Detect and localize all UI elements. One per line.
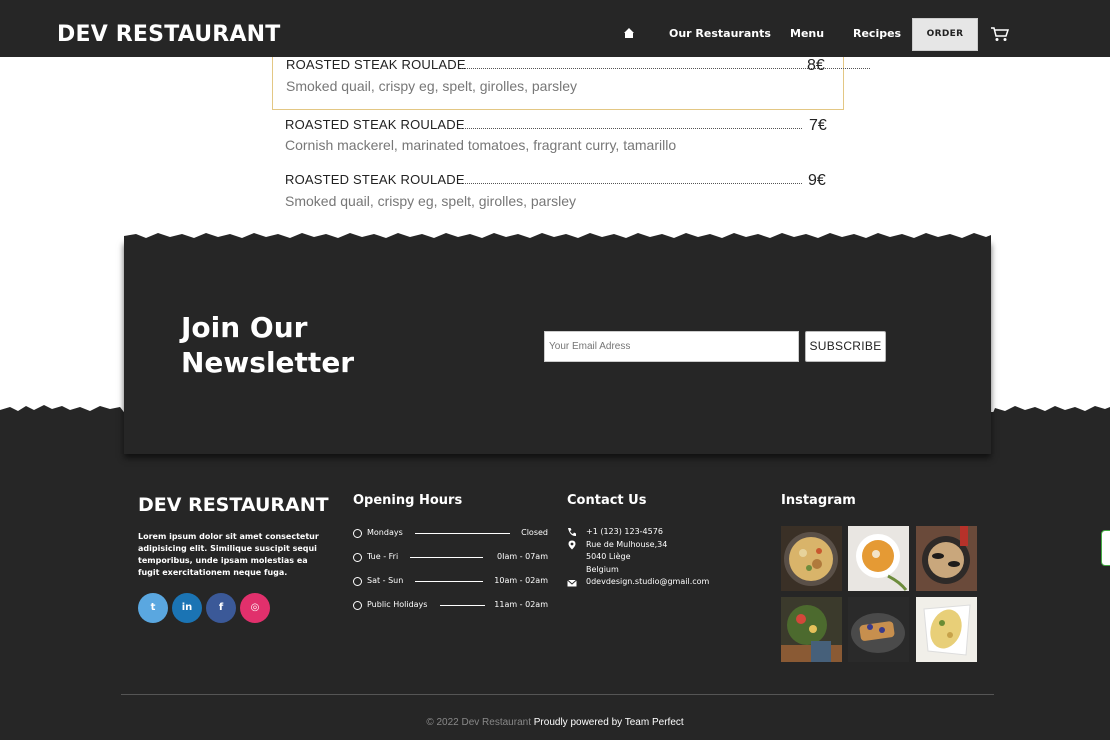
opening-hours-time: 0Iam - 07am <box>497 552 548 561</box>
menu-item-name: ROASTED STEAK ROULADE <box>285 172 465 187</box>
nav-link-menu[interactable]: Menu <box>790 27 824 40</box>
instagram-icon[interactable]: ◎ <box>240 593 270 623</box>
mail-icon <box>567 579 577 587</box>
facebook-icon[interactable]: f <box>206 593 236 623</box>
opening-hours-day: Sat - Sun <box>367 576 404 585</box>
order-button[interactable]: ORDER <box>912 18 978 51</box>
copyright-text: © 2022 Dev Restaurant <box>426 717 531 728</box>
contact-email[interactable]: 0devdesign.studio@gmail.com <box>586 577 709 586</box>
footer-about-text: Lorem ipsum dolor sit amet consectetur a… <box>138 532 319 577</box>
menu-item[interactable]: ROASTED STEAK ROULADE 7€ Cornish mackere… <box>272 117 844 162</box>
opening-hours-row: Mondays Closed <box>353 528 548 540</box>
opening-hours-time: Closed <box>521 528 548 537</box>
menu-item-description: Smoked quail, crispy eg, spelt, girolles… <box>285 193 577 209</box>
opening-hours-row: Tue - Fri 0Iam - 07am <box>353 552 548 564</box>
menu-item-description: Smoked quail, crispy eg, spelt, girolles… <box>286 78 578 94</box>
instagram-title: Instagram <box>781 493 856 508</box>
opening-hours-day: Public Holidays <box>367 600 428 609</box>
opening-hours-time: 10am - 02am <box>494 576 548 585</box>
opening-hours-time: 11am - 02am <box>494 600 548 609</box>
location-icon <box>568 540 576 550</box>
instagram-photo-toast[interactable] <box>848 597 909 662</box>
phone-icon <box>568 528 576 537</box>
newsletter-title: Join Our Newsletter <box>181 311 355 379</box>
home-icon[interactable] <box>623 27 635 39</box>
instagram-photo-mussels[interactable] <box>916 526 977 591</box>
instagram-photo-soup[interactable] <box>848 526 909 591</box>
contact-phone[interactable]: +1 (123) 123-4576 <box>586 527 663 536</box>
twitter-icon[interactable]: t <box>138 593 168 623</box>
menu-item-dots <box>460 128 802 129</box>
opening-hours-row: Sat - Sun 10am - 02am <box>353 576 548 588</box>
menu-item-price: 7€ <box>809 117 827 134</box>
clock-icon <box>353 577 362 586</box>
contact-title: Contact Us <box>567 493 647 508</box>
nav-link-our-restaurants[interactable]: Our Restaurants <box>669 27 771 40</box>
menu-item-name: ROASTED STEAK ROULADE <box>286 57 466 72</box>
navbar: DEV RESTAURANT Our Restaurants Menu Reci… <box>0 0 1110 57</box>
instagram-photo-salad[interactable] <box>781 597 842 662</box>
menu-item-name: ROASTED STEAK ROULADE <box>285 117 465 132</box>
footer-divider <box>121 694 994 695</box>
clock-icon <box>353 529 362 538</box>
brand-logo[interactable]: DEV RESTAURANT <box>57 22 281 47</box>
cart-icon[interactable] <box>990 26 1010 42</box>
menu-item[interactable]: ROASTED STEAK ROULADE 9€ Smoked quail, c… <box>272 172 844 217</box>
opening-hours-row: Public Holidays 11am - 02am <box>353 600 548 612</box>
menu-item[interactable]: ROASTED STEAK ROULADE 8€ Smoked quail, c… <box>272 57 870 110</box>
opening-hours-title: Opening Hours <box>353 493 463 508</box>
side-widget-tab[interactable] <box>1101 530 1110 566</box>
menu-item-description: Cornish mackerel, marinated tomatoes, fr… <box>285 137 677 153</box>
menu-item-price: 9€ <box>808 172 826 189</box>
contact-address-line3: Belgium <box>586 565 619 574</box>
instagram-photo-pasta[interactable] <box>781 526 842 591</box>
menu-item-price: 8€ <box>807 57 825 74</box>
newsletter-email-input[interactable] <box>544 331 799 362</box>
powered-by-text: Proudly powered by Team Perfect <box>533 717 684 728</box>
opening-hours-line <box>410 557 483 558</box>
opening-hours-line <box>415 581 483 582</box>
menu-item-dots <box>460 183 802 184</box>
clock-icon <box>353 601 362 610</box>
clock-icon <box>353 553 362 562</box>
footer-brand: DEV RESTAURANT <box>138 494 329 516</box>
subscribe-button[interactable]: SUBSCRIBE <box>805 331 886 362</box>
copyright: © 2022 Dev Restaurant Proudly powered by… <box>0 717 1110 728</box>
linkedin-icon[interactable]: in <box>172 593 202 623</box>
opening-hours-line <box>440 605 485 606</box>
opening-hours-day: Tue - Fri <box>367 552 399 561</box>
opening-hours-day: Mondays <box>367 528 403 537</box>
contact-address-line2: 5040 Liège <box>586 552 631 561</box>
instagram-photo-penne[interactable] <box>916 597 977 662</box>
contact-address-line1: Rue de Mulhouse,34 <box>586 540 668 549</box>
nav-link-recipes[interactable]: Recipes <box>853 27 901 40</box>
opening-hours-line <box>415 533 510 534</box>
